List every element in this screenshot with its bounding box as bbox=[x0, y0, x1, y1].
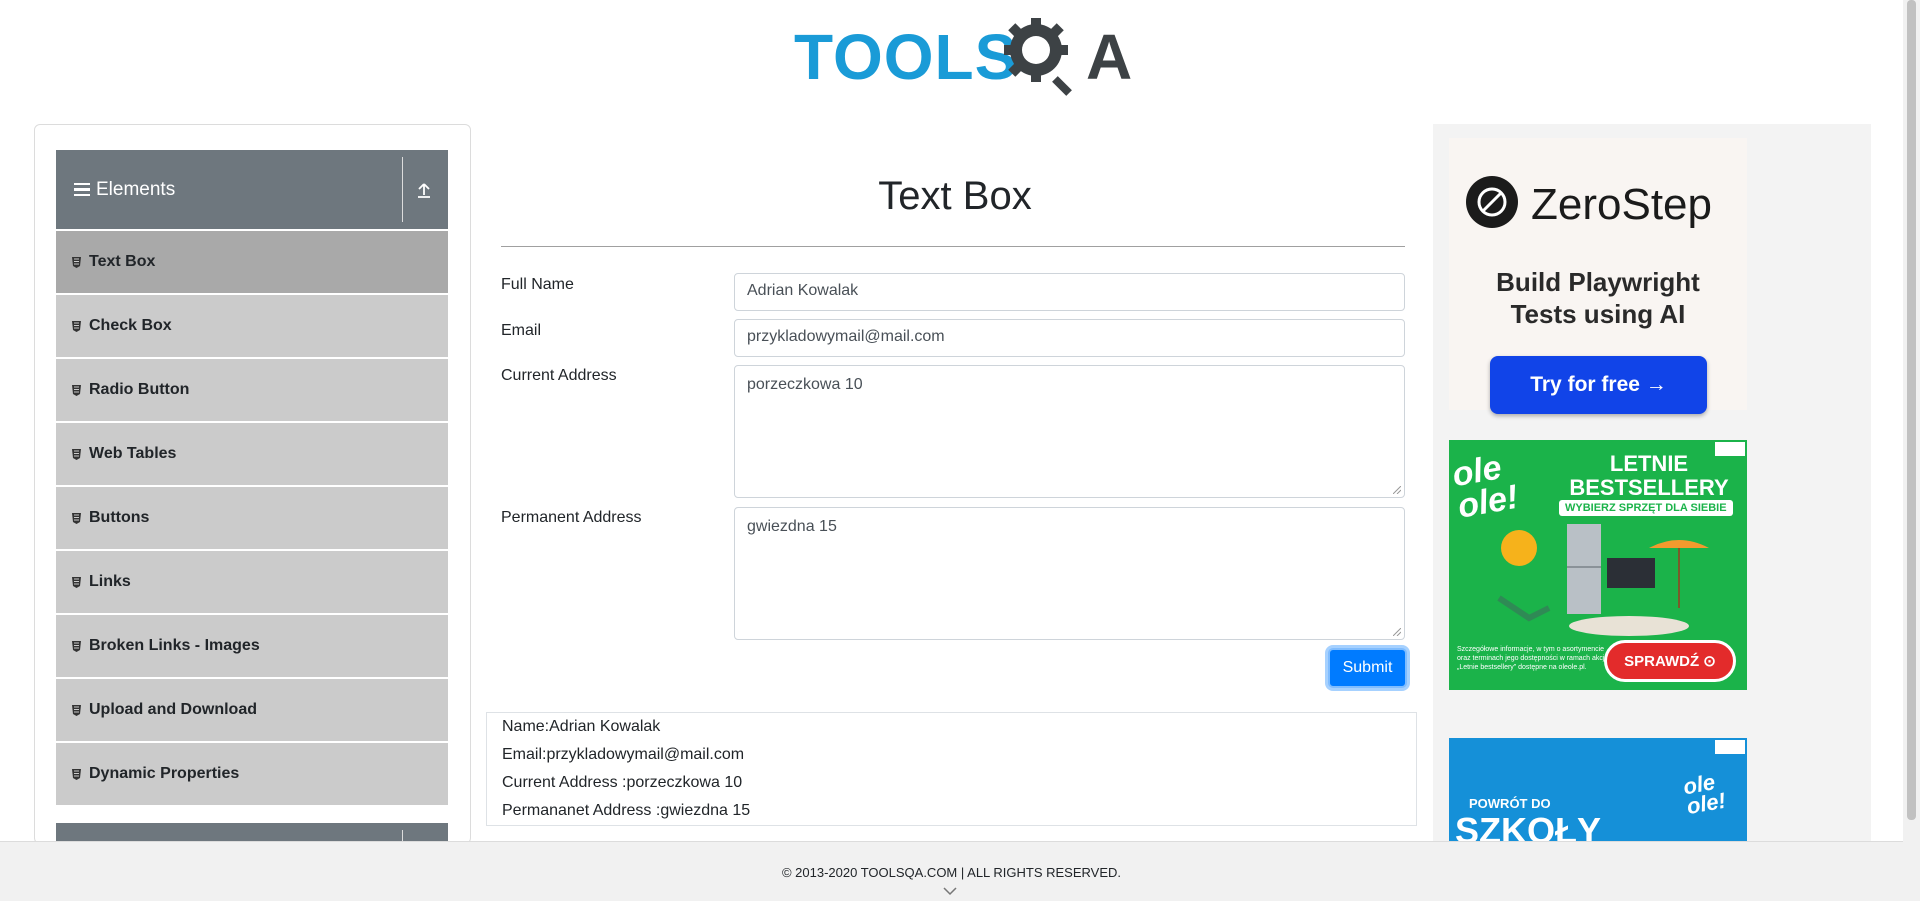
ad2-title: LETNIE BESTSELLERY bbox=[1557, 452, 1741, 500]
ad3-top-text: POWRÓT DO bbox=[1469, 796, 1551, 811]
sidebar-item-label: Check Box bbox=[89, 317, 172, 334]
sidebar-item-label: Upload and Download bbox=[89, 701, 257, 718]
current-address-textarea[interactable]: porzeczkowa 10 bbox=[734, 365, 1405, 498]
permanent-address-label: Permanent Address bbox=[501, 509, 642, 526]
sidebar-item-label: Text Box bbox=[89, 253, 156, 270]
oleole-logo: ole ole! bbox=[1449, 448, 1522, 526]
sidebar-item-links[interactable]: Links bbox=[56, 549, 448, 613]
toolsqa-logo[interactable]: TOOLS A bbox=[790, 14, 1132, 96]
shield-icon bbox=[72, 448, 81, 460]
sidebar-item-label: Buttons bbox=[89, 509, 150, 526]
logo-a-text: A bbox=[1086, 20, 1133, 94]
full-name-input[interactable]: Adrian Kowalak bbox=[734, 273, 1405, 311]
permanent-address-textarea[interactable]: gwiezdna 15 bbox=[734, 507, 1405, 640]
ad2-fine-print: Szczegółowe informacje, w tym o asortyme… bbox=[1457, 646, 1607, 671]
shield-icon bbox=[72, 640, 81, 652]
adchoices-icon[interactable] bbox=[1715, 740, 1745, 754]
zerostep-tagline-2: Tests using AI bbox=[1510, 299, 1686, 329]
shield-icon bbox=[72, 320, 81, 332]
current-address-value: porzeczkowa 10 bbox=[747, 376, 863, 393]
appliances-illustration bbox=[1497, 524, 1709, 636]
output-box: Name:Adrian Kowalak Email:przykladowymai… bbox=[486, 712, 1417, 826]
submit-button[interactable]: Submit bbox=[1328, 648, 1407, 688]
title-divider bbox=[501, 246, 1405, 247]
sidebar-item-dynamic-properties[interactable]: Dynamic Properties bbox=[56, 741, 448, 805]
output-email: Email:przykladowymail@mail.com bbox=[502, 746, 745, 763]
sidebar-item-check-box[interactable]: Check Box bbox=[56, 293, 448, 357]
oleole-bestsellery-ad[interactable]: ole ole! LETNIE BESTSELLERY WYBIERZ SPRZ… bbox=[1449, 440, 1747, 690]
group-title: Elements bbox=[96, 178, 176, 200]
footer: © 2013-2020 TOOLSQA.COM | ALL RIGHTS RES… bbox=[0, 841, 1903, 901]
permanent-address-value: gwiezdna 15 bbox=[747, 518, 837, 535]
zerostep-logo-icon bbox=[1466, 176, 1518, 228]
sidebar-item-label: Web Tables bbox=[89, 445, 177, 462]
sidebar-item-upload-download[interactable]: Upload and Download bbox=[56, 677, 448, 741]
zerostep-tagline: Build Playwright Tests using AI bbox=[1449, 266, 1747, 330]
ad2-title-2: BESTSELLERY bbox=[1569, 475, 1729, 500]
hamburger-icon bbox=[74, 182, 90, 197]
oleole-logo: ole ole! bbox=[1681, 769, 1728, 820]
vertical-scrollbar[interactable] bbox=[1903, 0, 1920, 901]
sidebar-item-label: Broken Links - Images bbox=[89, 637, 260, 654]
sidebar-item-text-box[interactable]: Text Box bbox=[56, 229, 448, 293]
output-name: Name:Adrian Kowalak bbox=[502, 718, 661, 735]
shield-icon bbox=[72, 512, 81, 524]
logo-text: TOOLS bbox=[794, 20, 1018, 94]
shield-icon bbox=[72, 576, 81, 588]
elements-group-header[interactable]: Elements bbox=[56, 150, 448, 229]
ad2-title-1: LETNIE bbox=[1609, 451, 1689, 476]
elements-menu: Text Box Check Box Radio Button Web Tabl… bbox=[56, 229, 448, 805]
page-title: Text Box bbox=[878, 174, 1032, 218]
upload-arrow-icon[interactable] bbox=[412, 178, 436, 202]
oleole-szkoly-ad[interactable]: POWRÓT DO SZKOŁY ole ole! bbox=[1449, 738, 1747, 858]
sprawdz-button[interactable]: SPRAWDŹ ⊙ bbox=[1604, 640, 1736, 682]
sidebar-item-radio-button[interactable]: Radio Button bbox=[56, 357, 448, 421]
zerostep-ad[interactable]: ZeroStep Build Playwright Tests using AI… bbox=[1449, 138, 1747, 414]
shield-icon bbox=[72, 768, 81, 780]
oleole-logo-part2: ole! bbox=[1454, 477, 1522, 526]
zerostep-tagline-1: Build Playwright bbox=[1496, 267, 1700, 297]
left-panel: Elements Text Box Check Box Radio Button… bbox=[34, 124, 471, 844]
sidebar-item-buttons[interactable]: Buttons bbox=[56, 485, 448, 549]
ads-column: ZeroStep Build Playwright Tests using AI… bbox=[1433, 124, 1871, 858]
shield-icon bbox=[72, 704, 81, 716]
full-name-label: Full Name bbox=[501, 276, 574, 293]
sidebar-item-label: Dynamic Properties bbox=[89, 765, 240, 782]
resize-grip-icon[interactable] bbox=[1393, 486, 1401, 494]
output-permanent-address: Permananet Address :gwiezdna 15 bbox=[502, 802, 751, 819]
gear-magnifier-icon bbox=[1004, 18, 1072, 96]
try-free-button[interactable]: Try for free → bbox=[1490, 356, 1707, 414]
resize-grip-icon[interactable] bbox=[1393, 628, 1401, 636]
logo-tools-text: TOOLS bbox=[794, 21, 1019, 93]
sidebar-item-broken-links[interactable]: Broken Links - Images bbox=[56, 613, 448, 677]
email-input[interactable]: przykladowymail@mail.com bbox=[734, 319, 1405, 357]
zerostep-brand: ZeroStep bbox=[1531, 180, 1712, 229]
output-current-address: Current Address :porzeczkowa 10 bbox=[502, 774, 743, 791]
footer-copyright: © 2013-2020 TOOLSQA.COM | ALL RIGHTS RES… bbox=[781, 865, 1122, 880]
sidebar-item-label: Links bbox=[89, 573, 131, 590]
shield-icon bbox=[72, 256, 81, 268]
logo-a-letter: A bbox=[1086, 21, 1134, 93]
chevron-down-icon[interactable] bbox=[942, 886, 958, 896]
shield-icon bbox=[72, 384, 81, 396]
scrollbar-thumb[interactable] bbox=[1907, 0, 1916, 820]
email-label: Email bbox=[501, 322, 542, 339]
divider bbox=[402, 157, 403, 222]
sidebar-item-label: Radio Button bbox=[89, 381, 190, 398]
sidebar-item-web-tables[interactable]: Web Tables bbox=[56, 421, 448, 485]
ad3-logo-part2: ole! bbox=[1684, 787, 1728, 820]
current-address-label: Current Address bbox=[501, 367, 617, 384]
ad2-subtitle: WYBIERZ SPRZĘT DLA SIEBIE bbox=[1559, 500, 1733, 516]
